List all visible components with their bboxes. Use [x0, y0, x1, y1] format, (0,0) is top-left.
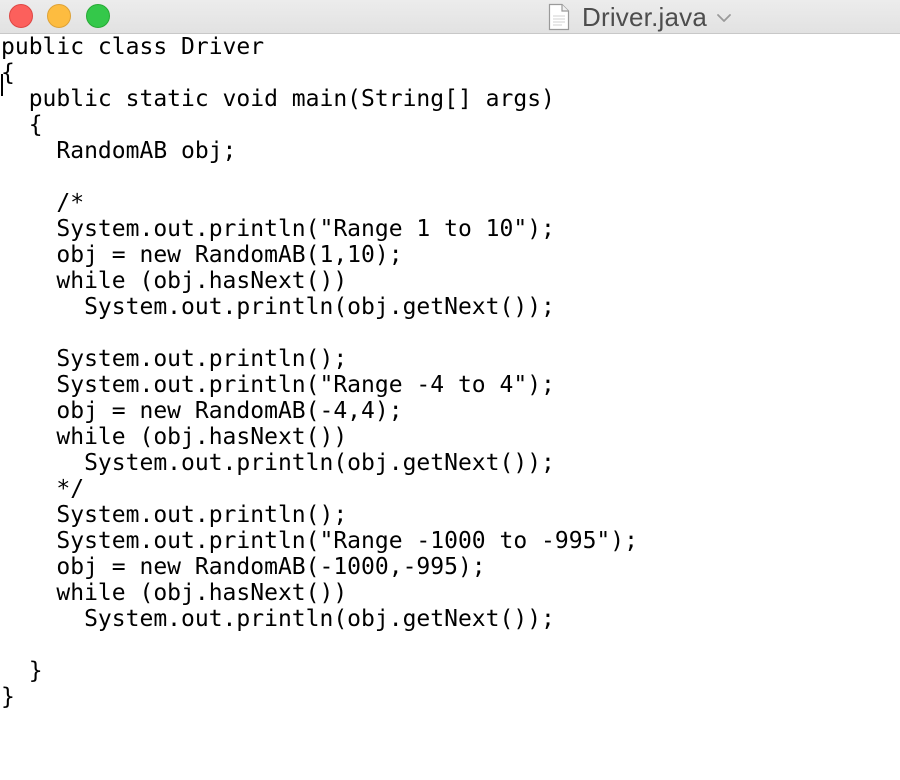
code-line: } [1, 658, 43, 684]
code-line: System.out.println(obj.getNext()); [1, 606, 555, 632]
code-line: System.out.println(); [1, 346, 348, 372]
code-line: */ [1, 476, 85, 502]
code-line: /* [1, 190, 85, 216]
code-line: } [1, 684, 15, 710]
editor-window: Driver.java public class Driver{ public … [0, 0, 900, 780]
code-editor[interactable]: public class Driver{ public static void … [0, 34, 900, 780]
close-window-button[interactable] [9, 4, 33, 28]
code-line: obj = new RandomAB(-4,4); [1, 398, 403, 424]
minimize-window-button[interactable] [47, 4, 71, 28]
code-line: System.out.println(obj.getNext()); [1, 294, 555, 320]
code-line: public static void main(String[] args) [1, 86, 555, 112]
code-line: while (obj.hasNext()) [1, 580, 348, 606]
code-text[interactable]: public class Driver{ public static void … [0, 34, 900, 710]
code-line: obj = new RandomAB(1,10); [1, 242, 403, 268]
code-line: { [1, 112, 43, 138]
code-line: while (obj.hasNext()) [1, 424, 348, 450]
code-line: public class Driver [1, 34, 265, 60]
document-name: Driver.java [582, 1, 708, 32]
code-line: RandomAB obj; [1, 138, 237, 164]
text-cursor [1, 74, 3, 96]
code-line: while (obj.hasNext()) [1, 268, 348, 294]
code-line: System.out.println(); [1, 502, 348, 528]
document-title[interactable]: Driver.java [548, 0, 733, 34]
code-line: System.out.println("Range -4 to 4"); [1, 372, 555, 398]
chevron-down-icon[interactable] [715, 9, 733, 27]
code-line: { [1, 60, 15, 86]
document-icon [548, 3, 570, 31]
code-line: System.out.println(obj.getNext()); [1, 450, 555, 476]
zoom-window-button[interactable] [86, 4, 110, 28]
code-line: System.out.println("Range -1000 to -995"… [1, 528, 638, 554]
code-line: obj = new RandomAB(-1000,-995); [1, 554, 486, 580]
title-bar[interactable]: Driver.java [0, 0, 900, 34]
code-line: System.out.println("Range 1 to 10"); [1, 216, 555, 242]
